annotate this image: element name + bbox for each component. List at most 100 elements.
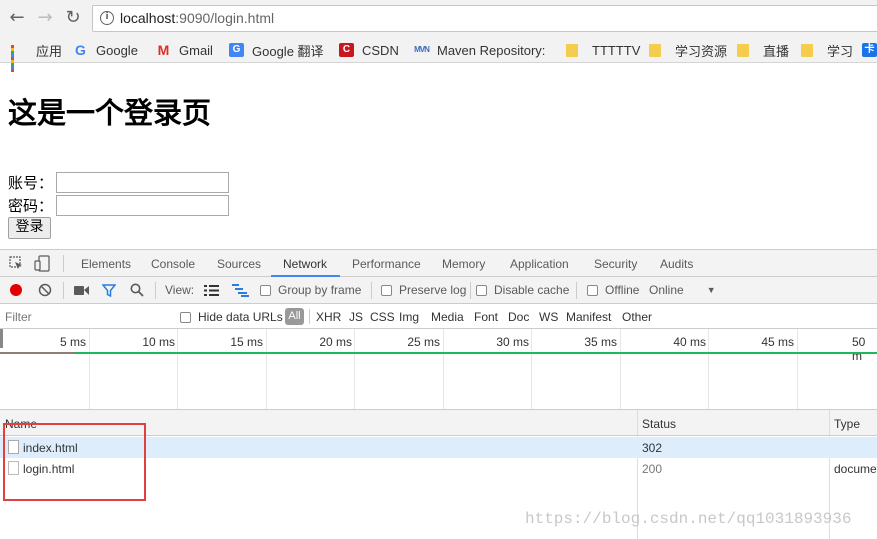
- bookmark-overflow[interactable]: 卡: [862, 41, 877, 59]
- timeline-gridline: [531, 329, 532, 409]
- info-icon[interactable]: i: [100, 11, 114, 25]
- waterfall-overview-icon[interactable]: [232, 284, 249, 297]
- password-input[interactable]: [56, 195, 229, 216]
- filter-type-xhr[interactable]: XHR: [316, 310, 341, 324]
- tab-security[interactable]: Security: [594, 257, 637, 271]
- request-status: 302: [642, 441, 663, 455]
- checkbox-label: Group by frame: [278, 283, 362, 297]
- filter-type-ws[interactable]: WS: [539, 310, 558, 324]
- timeline-tick-label: 30 ms: [496, 335, 529, 349]
- back-arrow-icon[interactable]: ←: [7, 8, 27, 28]
- bookmark-folder-ttttv[interactable]: TTTTTV: [566, 41, 640, 59]
- search-icon[interactable]: [130, 283, 144, 297]
- timeline-tick-label: 25 ms: [407, 335, 440, 349]
- bookmark-csdn[interactable]: C CSDN: [339, 41, 399, 59]
- bookmark-label: 应用: [36, 43, 63, 59]
- device-toolbar-icon[interactable]: [34, 255, 50, 272]
- tab-network[interactable]: Network: [283, 257, 327, 271]
- tab-elements[interactable]: Elements: [81, 257, 131, 271]
- checkbox-label: Preserve log: [399, 283, 467, 297]
- toolbar-divider: [371, 282, 372, 299]
- folder-icon: [737, 43, 749, 57]
- hide-data-urls-checkbox[interactable]: Hide data URLs: [180, 310, 283, 324]
- toolbar-divider: [63, 255, 64, 272]
- account-label: 账号：: [8, 174, 54, 192]
- filter-type-manifest[interactable]: Manifest: [566, 310, 611, 324]
- url-path: :9090/login.html: [175, 10, 275, 26]
- account-input[interactable]: [56, 172, 229, 193]
- folder-icon: [649, 43, 661, 57]
- bookmark-folder-study[interactable]: 学习: [801, 41, 853, 59]
- tab-audits[interactable]: Audits: [660, 257, 693, 271]
- bookmark-label: Gmail: [179, 42, 213, 58]
- preserve-log-checkbox[interactable]: Preserve log: [381, 283, 466, 297]
- toolbar-divider: [63, 282, 64, 299]
- gmail-icon: M: [157, 42, 170, 58]
- url-text: localhost:9090/login.html: [120, 10, 274, 26]
- bookmark-folder-live[interactable]: 直播: [737, 41, 789, 59]
- reload-icon[interactable]: ↻: [63, 8, 83, 28]
- timeline-gridline: [443, 329, 444, 409]
- record-icon[interactable]: [9, 283, 23, 297]
- tab-sources[interactable]: Sources: [217, 257, 261, 271]
- screenshot-camera-icon[interactable]: [74, 285, 90, 296]
- timeline-tick-label: 15 ms: [230, 335, 263, 349]
- tab-application[interactable]: Application: [510, 257, 569, 271]
- login-button[interactable]: 登录: [8, 217, 51, 239]
- bookmark-label: 学习资源: [675, 43, 728, 59]
- column-status-header[interactable]: Status: [642, 417, 676, 431]
- clear-icon[interactable]: [38, 283, 52, 297]
- filter-all-chip[interactable]: All: [285, 308, 304, 325]
- disable-cache-checkbox[interactable]: Disable cache: [476, 283, 569, 297]
- dropdown-triangle-icon: ▼: [706, 285, 716, 295]
- filter-type-img[interactable]: Img: [399, 310, 419, 324]
- tab-memory[interactable]: Memory: [442, 257, 485, 271]
- devtools-tab-bar: Elements Console Sources Network Perform…: [0, 249, 877, 277]
- timeline-tick-label: 45 ms: [761, 335, 794, 349]
- filter-type-css[interactable]: CSS: [370, 310, 395, 324]
- bookmark-label: 直播: [763, 43, 790, 59]
- bookmark-folder-study-resources[interactable]: 学习资源: [649, 41, 727, 59]
- bookmark-google-translate[interactable]: G Google 翻译: [229, 41, 324, 59]
- forward-arrow-icon[interactable]: →: [35, 8, 55, 28]
- toolbar-divider: [576, 282, 577, 299]
- timeline-start-marker: [0, 329, 3, 348]
- checkbox-box[interactable]: [180, 311, 191, 323]
- network-timeline-overview[interactable]: 5 ms 10 ms 15 ms 20 ms 25 ms 30 ms 35 ms…: [0, 329, 877, 410]
- checkbox-box[interactable]: [260, 284, 271, 296]
- bookmark-google[interactable]: G Google: [73, 41, 138, 59]
- address-bar[interactable]: i localhost:9090/login.html: [92, 5, 877, 32]
- filter-type-font[interactable]: Font: [474, 310, 498, 324]
- offline-checkbox[interactable]: Offline: [587, 283, 639, 297]
- checkbox-box[interactable]: [587, 284, 598, 296]
- filter-input[interactable]: [2, 307, 166, 326]
- large-rows-list-icon[interactable]: [204, 285, 219, 296]
- request-status: 200: [642, 462, 663, 476]
- checkbox-box[interactable]: [476, 284, 487, 296]
- timeline-tick-label: 5 ms: [59, 335, 86, 349]
- timeline-gridline: [708, 329, 709, 409]
- group-by-frame-checkbox[interactable]: Group by frame: [260, 283, 361, 297]
- bookmark-label: TTTTTV: [592, 42, 641, 58]
- filter-type-other[interactable]: Other: [622, 310, 652, 324]
- checkbox-box[interactable]: [381, 284, 392, 296]
- bookmark-maven[interactable]: MVN Maven Repository:: [414, 41, 545, 59]
- throttling-select[interactable]: Online ▼: [649, 283, 716, 297]
- bookmark-gmail[interactable]: M Gmail: [156, 41, 213, 59]
- bookmark-label: 学习: [827, 43, 854, 59]
- column-type-header[interactable]: Type: [834, 417, 860, 431]
- inspect-element-icon[interactable]: [9, 256, 24, 271]
- bookmarks-bar: 应用 G Google M Gmail G Google 翻译 C CSDN M…: [0, 37, 877, 72]
- filter-type-doc[interactable]: Doc: [508, 310, 529, 324]
- bookmark-site-icon: 卡: [862, 43, 877, 57]
- tab-console[interactable]: Console: [151, 257, 195, 271]
- bookmark-apps[interactable]: 应用: [11, 41, 63, 72]
- tab-performance[interactable]: Performance: [352, 257, 421, 271]
- timeline-load-bar: [75, 352, 877, 354]
- filter-type-js[interactable]: JS: [349, 310, 363, 324]
- timeline-gridline: [266, 329, 267, 409]
- toolbar-divider: [155, 282, 156, 299]
- filter-funnel-icon[interactable]: [102, 284, 116, 297]
- filter-type-media[interactable]: Media: [431, 310, 464, 324]
- url-host: localhost: [120, 10, 176, 26]
